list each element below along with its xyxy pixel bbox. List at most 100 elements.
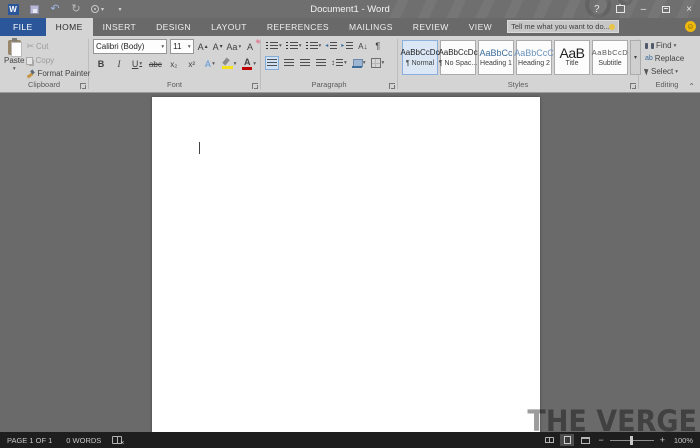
subscript-button[interactable]: x₂: [168, 57, 180, 71]
text-effects-button[interactable]: A▾: [204, 57, 216, 71]
show-hide-marks-button[interactable]: ¶: [371, 39, 384, 53]
minimize-button[interactable]: –: [633, 0, 655, 18]
zoom-in-button[interactable]: +: [658, 435, 667, 445]
text-highlight-button[interactable]: ▾: [222, 57, 237, 71]
tell-me-placeholder: Tell me what you want to do...: [511, 22, 609, 31]
font-name-combo[interactable]: Calibri (Body)▾: [93, 39, 167, 54]
style-normal[interactable]: AaBbCcDc ¶ Normal: [402, 40, 438, 75]
clipboard-group-label: Clipboard: [0, 79, 88, 91]
justify-button[interactable]: [314, 56, 327, 70]
select-cursor-icon: [644, 68, 650, 76]
increase-indent-icon: ▸: [341, 42, 353, 51]
read-mode-icon: [545, 437, 554, 443]
document-page[interactable]: [152, 97, 540, 432]
window-controls: ? – ×: [586, 0, 700, 18]
select-button[interactable]: Select▾: [643, 66, 686, 77]
paragraph-dialog-launcher[interactable]: [389, 83, 395, 89]
align-left-icon: [267, 59, 277, 68]
read-mode-button[interactable]: [542, 434, 556, 446]
word-logo-icon[interactable]: W: [7, 2, 19, 16]
tab-review[interactable]: REVIEW: [403, 18, 459, 36]
tab-design[interactable]: DESIGN: [146, 18, 201, 36]
copy-button[interactable]: Copy: [24, 55, 92, 66]
paste-button[interactable]: Paste ▾: [4, 39, 24, 79]
redo-icon[interactable]: ↻: [70, 2, 82, 16]
style-heading-2[interactable]: AaBbCcC Heading 2: [516, 40, 552, 75]
touch-mode-icon[interactable]: ▾: [91, 2, 104, 16]
align-center-button[interactable]: [282, 56, 295, 70]
print-layout-icon: [564, 436, 571, 444]
multilevel-list-button[interactable]: ▾: [305, 39, 323, 53]
replace-button[interactable]: abReplace: [643, 53, 686, 64]
align-right-button[interactable]: [298, 56, 311, 70]
word-count[interactable]: 0 WORDS: [59, 436, 108, 445]
grow-font-button[interactable]: A▴: [197, 40, 209, 54]
ribbon-home: Paste ▾ ✂Cut Copy Format Painter Clipboa…: [0, 36, 700, 93]
numbering-button[interactable]: ▾: [285, 39, 303, 53]
tab-view[interactable]: VIEW: [459, 18, 502, 36]
style-no-spacing[interactable]: AaBbCcDc ¶ No Spac...: [440, 40, 476, 75]
restore-button[interactable]: [654, 0, 678, 18]
tell-me-input[interactable]: Tell me what you want to do...: [507, 20, 619, 33]
styles-dialog-launcher[interactable]: [630, 83, 636, 89]
undo-icon[interactable]: ↶: [49, 2, 61, 16]
shading-button[interactable]: ▾: [351, 56, 367, 70]
font-dialog-launcher[interactable]: [252, 83, 258, 89]
web-layout-button[interactable]: [578, 434, 592, 446]
scissors-icon: ✂: [26, 41, 34, 52]
underline-button[interactable]: U▾: [131, 57, 143, 71]
align-left-button[interactable]: [265, 56, 279, 70]
paste-dropdown-caret[interactable]: ▾: [13, 66, 16, 72]
paste-icon: [8, 40, 21, 55]
clear-formatting-button[interactable]: A: [244, 40, 256, 54]
shading-icon: [352, 59, 362, 68]
close-button[interactable]: ×: [678, 0, 700, 18]
cut-button[interactable]: ✂Cut: [24, 40, 92, 53]
style-title[interactable]: AaB Title: [554, 40, 590, 75]
font-color-button[interactable]: A▾: [242, 57, 256, 71]
zoom-slider-thumb[interactable]: [630, 436, 633, 445]
increase-indent-button[interactable]: ▸: [340, 39, 354, 53]
zoom-level[interactable]: 100%: [671, 436, 693, 445]
tab-file[interactable]: FILE: [0, 18, 46, 36]
font-color-icon: A: [242, 58, 252, 70]
font-size-combo[interactable]: 11▾: [170, 39, 194, 54]
collapse-ribbon-button[interactable]: ⌃: [688, 82, 695, 91]
tab-layout[interactable]: LAYOUT: [201, 18, 257, 36]
italic-button[interactable]: I: [113, 57, 125, 71]
style-subtitle[interactable]: AaBbCcD Subtitle: [592, 40, 628, 75]
shrink-font-button[interactable]: A▾: [212, 40, 224, 54]
zoom-slider[interactable]: [610, 436, 654, 445]
page-count[interactable]: PAGE 1 OF 1: [0, 436, 59, 445]
feedback-smiley-button[interactable]: [685, 21, 696, 32]
tab-mailings[interactable]: MAILINGS: [339, 18, 403, 36]
print-layout-button[interactable]: [560, 434, 574, 446]
styles-group: AaBbCcDc ¶ Normal AaBbCcDc ¶ No Spac... …: [398, 36, 638, 92]
sort-button[interactable]: A↓: [356, 39, 369, 53]
customize-qat-icon[interactable]: ▾: [113, 2, 125, 16]
decrease-indent-button[interactable]: ◂: [324, 39, 338, 53]
help-button[interactable]: ?: [586, 0, 608, 18]
ribbon-display-options-button[interactable]: [608, 0, 633, 18]
justify-icon: [316, 59, 326, 68]
change-case-button[interactable]: Aa▾: [227, 40, 241, 54]
copy-icon: [26, 57, 33, 65]
tab-references[interactable]: REFERENCES: [257, 18, 339, 36]
tab-home[interactable]: HOME: [46, 18, 93, 36]
bold-button[interactable]: B: [95, 57, 107, 71]
bullets-button[interactable]: ▾: [265, 39, 283, 53]
style-heading-1[interactable]: AaBbCc Heading 1: [478, 40, 514, 75]
zoom-out-button[interactable]: −: [596, 435, 605, 445]
proofing-icon[interactable]: [112, 436, 122, 444]
clipboard-dialog-launcher[interactable]: [80, 83, 86, 89]
find-button[interactable]: Find▾: [643, 40, 686, 51]
line-spacing-button[interactable]: ↕▾: [330, 56, 348, 70]
save-icon[interactable]: [28, 2, 40, 16]
tab-insert[interactable]: INSERT: [93, 18, 146, 36]
borders-button[interactable]: ▾: [370, 56, 386, 70]
superscript-button[interactable]: x²: [186, 57, 198, 71]
format-painter-button[interactable]: Format Painter: [24, 68, 92, 79]
binoculars-icon: [645, 43, 654, 49]
highlighter-icon: [222, 58, 233, 70]
strikethrough-button[interactable]: abc: [149, 57, 162, 71]
